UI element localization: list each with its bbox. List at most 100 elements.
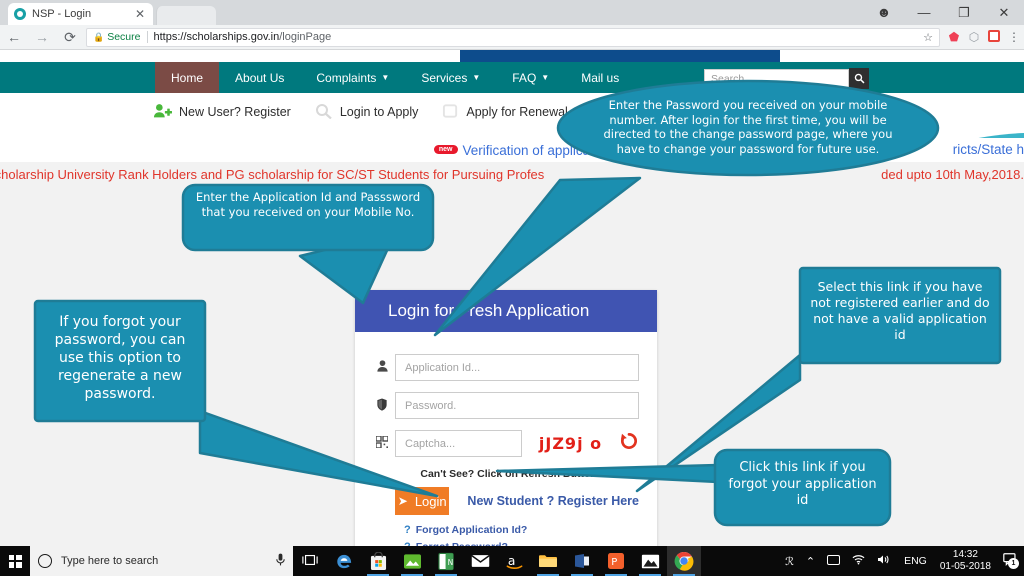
wifi-icon[interactable] (846, 554, 871, 568)
password-row: Password. (369, 392, 639, 419)
forgot-application-id-link[interactable]: ? Forgot Application Id? (404, 524, 639, 536)
login-button[interactable]: ➤ Login (395, 487, 450, 515)
callout-register-text: Select this link if you have not registe… (810, 279, 990, 342)
back-icon[interactable]: ← (0, 29, 28, 45)
nav-item-faq[interactable]: FAQ ▼ (496, 62, 565, 93)
nav-item-services[interactable]: Services ▼ (405, 62, 496, 93)
chevron-down-icon: ▼ (381, 73, 390, 82)
notification-center-icon[interactable]: 1 (997, 553, 1019, 569)
forgot-application-id-label: Forgot Application Id? (415, 524, 528, 536)
nav-item-label: Complaints (316, 70, 377, 85)
language-indicator[interactable]: ENG (897, 555, 934, 567)
taskbar-search-box[interactable]: Type here to search (30, 546, 293, 576)
password-input[interactable]: Password. (395, 392, 639, 419)
nav-item-about-us[interactable]: About Us (219, 62, 300, 93)
person-icon (369, 360, 395, 375)
taskbar-app-amazon[interactable]: a (497, 546, 531, 576)
browser-tab[interactable]: NSP - Login ✕ (8, 3, 153, 25)
volume-icon[interactable] (871, 554, 897, 568)
task-view-icon[interactable] (293, 554, 327, 569)
profile-icon[interactable]: ☻ (864, 0, 904, 25)
windows-logo-icon (8, 554, 22, 568)
callout-password-text: Enter the Password you received on your … (603, 98, 893, 157)
red-notice-marquee: Scholarship University Rank Holders and … (0, 162, 1024, 186)
login-card-title: Login for Fresh Application (355, 290, 657, 332)
pocket-extension-icon[interactable]: ⬟ (944, 30, 964, 44)
new-badge-icon: new (433, 144, 458, 154)
pen-workspace-icon[interactable]: ℛ (779, 555, 800, 568)
site-search: Search... (704, 68, 869, 89)
cortana-icon (38, 554, 52, 568)
nav-item-label: About Us (235, 70, 285, 85)
taskbar-app-file-explorer[interactable] (531, 546, 565, 576)
red-notice-text-right: ded upto 10th May,2018. (881, 166, 1024, 182)
tab-close-icon[interactable]: ✕ (133, 8, 147, 20)
callout-forgot-appid-text: Click this link if you forgot your appli… (728, 460, 877, 509)
svg-text:P: P (611, 557, 617, 568)
chrome-menu-icon[interactable]: ⋮ (1004, 30, 1024, 44)
start-button[interactable] (0, 546, 30, 576)
question-circle-icon: ? (404, 524, 411, 536)
nav-item-label: Services (421, 70, 468, 85)
nav-item-label: Mail us (581, 70, 620, 85)
marquee-text-right[interactable]: ricts/State h (953, 138, 1024, 162)
window-controls: ☻ — ❐ ✕ (864, 0, 1024, 25)
nav-item-complaints[interactable]: Complaints ▼ (300, 62, 405, 93)
subnav-item-label: Login to Apply (339, 105, 419, 119)
browser-toolbar: ← → ⟳ 🔒 Secure https://scholarships.gov.… (0, 25, 1024, 50)
register-link[interactable]: New Student ? Register Here (467, 494, 639, 508)
marquee-text[interactable]: Verification of applica (463, 143, 591, 158)
login-help-links: ? Forgot Application Id? ? Forgot Passwo… (369, 515, 639, 546)
chevron-down-icon: ▼ (472, 73, 481, 82)
nav-item-mail-us[interactable]: Mail us (565, 62, 635, 93)
windows-taskbar: Type here to search N a P ℛ ⌃ ENG 14:32 … (0, 546, 1024, 576)
address-bar[interactable]: 🔒 Secure https://scholarships.gov.in/log… (86, 27, 940, 47)
page-content: Home About Us Complaints ▼ Services ▼ FA… (0, 50, 1024, 546)
battery-icon[interactable] (821, 554, 846, 568)
chevron-up-icon[interactable]: ⌃ (800, 555, 821, 568)
taskbar-app-word[interactable] (565, 546, 599, 576)
taskbar-app-mail[interactable] (463, 546, 497, 576)
captcha-hint: Can't See? Click on Refresh Button. (420, 468, 600, 480)
taskbar-app-photos[interactable] (633, 546, 667, 576)
bookmark-star-icon[interactable]: ☆ (923, 31, 933, 44)
taskbar-app-store[interactable] (361, 546, 395, 576)
nav-item-home[interactable]: Home (155, 62, 220, 93)
taskbar-clock[interactable]: 14:32 01-05-2018 (934, 549, 997, 574)
secure-label: Secure (107, 31, 141, 43)
subnav-item-label: Apply for Renewal (466, 105, 568, 119)
notification-badge: 1 (1008, 558, 1019, 569)
taskbar-app-onenote[interactable]: N (429, 546, 463, 576)
red-extension-icon[interactable] (984, 29, 1004, 45)
refresh-icon[interactable] (619, 432, 639, 455)
taskbar-search-placeholder: Type here to search (61, 555, 159, 567)
captcha-image-text: jJZ9j o (538, 434, 603, 453)
forward-icon[interactable]: → (28, 29, 56, 45)
omnibox-divider (146, 31, 148, 43)
taskbar-app-edge[interactable] (327, 546, 361, 576)
login-card: Login for Fresh Application Application … (355, 290, 657, 546)
subnav-item-login-to-apply[interactable]: Login to Apply (305, 103, 429, 122)
svg-text:N: N (447, 557, 453, 566)
taskbar-app-photos-green[interactable] (395, 546, 429, 576)
close-window-button[interactable]: ✕ (984, 0, 1024, 25)
application-id-input[interactable]: Application Id... (395, 354, 639, 381)
subnav-item-apply-for-renewal[interactable]: Apply for Renewal (432, 103, 577, 122)
search-icon[interactable] (849, 68, 869, 89)
taskbar-app-pdf[interactable]: P (599, 546, 633, 576)
captcha-input[interactable]: Captcha... (395, 430, 522, 457)
taskbar-app-chrome[interactable] (667, 546, 701, 576)
reload-icon[interactable]: ⟳ (56, 29, 84, 46)
qr-icon (369, 435, 395, 451)
search-input[interactable]: Search... (704, 69, 849, 88)
site-nav-items: Home About Us Complaints ▼ Services ▼ FA… (155, 62, 635, 93)
callout-forgot-password-text: If you forgot your password, you can use… (54, 314, 186, 402)
new-tab-button[interactable] (156, 6, 216, 25)
microphone-icon[interactable] (276, 553, 285, 569)
subnav-item-new-user-register[interactable]: New User? Register (143, 103, 301, 122)
captcha-row: Captcha... jJZ9j o (369, 430, 639, 457)
minimize-button[interactable]: — (904, 0, 944, 25)
maximize-button[interactable]: ❐ (944, 0, 984, 25)
cube-extension-icon[interactable]: ⬡ (964, 30, 984, 44)
site-subnav-items: New User? Register Login to Apply Apply … (143, 93, 578, 131)
